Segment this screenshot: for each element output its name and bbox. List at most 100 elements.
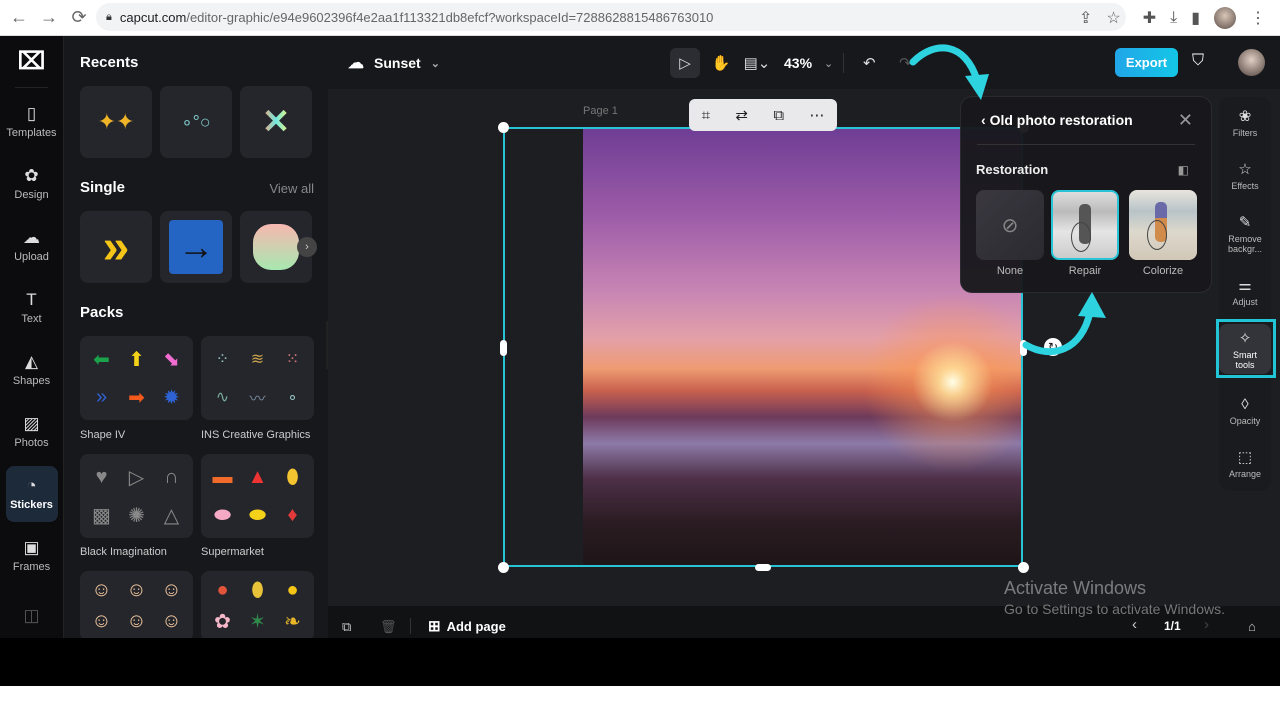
prop-label: Remove backgr... [1227,234,1263,254]
hand-tool-button[interactable]: ✋ [706,48,736,78]
shield-check-icon[interactable]: ⛉ [1192,52,1204,70]
download-icon[interactable]: ⤓ [1170,9,1177,27]
text-icon: T [26,290,37,309]
add-page-button[interactable]: ⊞ Add page [428,617,506,635]
resize-handle-bottom[interactable] [755,564,771,571]
option-colorize[interactable] [1129,190,1197,260]
star-icon[interactable]: ☆ [1106,8,1120,28]
banana-badge-icon: ⬮ [286,465,299,488]
undo-button[interactable]: ↶ [854,48,884,78]
layout-icon: ◫ [23,606,40,625]
replace-icon[interactable]: ⇄ [735,106,748,124]
option-repair[interactable] [1051,190,1119,260]
recent-sticker-sparkles[interactable]: ✦✦ [80,86,152,158]
option-label: Repair [1068,265,1102,277]
close-icon[interactable]: ✕ [1178,110,1193,131]
pack-ins-creative-graphics[interactable]: ⁘ ≋ ⁙ ∿ 〰 ∘ [201,336,314,420]
option-none[interactable]: ⊘ [976,190,1044,260]
document-title[interactable]: Sunset [374,55,421,71]
pack-supermarket[interactable]: ▬ ▲ ⬮ ⬬ ⬬ ♦ [201,454,314,538]
face-icon: ☺ [126,610,147,632]
leaf-icon: ✶ [249,611,266,633]
rail-item-stickers[interactable]: ◔ Stickers [5,466,58,522]
rail-label: Stickers [10,499,53,511]
capcut-logo-icon[interactable]: ⌧ [15,36,48,88]
layout-button[interactable]: ▤⌄ [742,48,772,78]
resize-handle-right[interactable] [1020,340,1027,356]
single-sticker-arrow[interactable]: → [160,211,232,283]
chevron-down-icon[interactable]: ⌄ [431,57,440,70]
rail-item-text[interactable]: T Text [6,280,58,336]
popup-title-row[interactable]: ‹ Old photo restoration [981,112,1133,128]
crop-icon[interactable]: ⌗ [702,107,710,124]
arrow-diag-icon: ⬊ [163,348,180,371]
extensions-icon[interactable]: ✚ [1143,8,1156,28]
zoom-dropdown-icon[interactable]: ⌄ [824,57,833,70]
carousel-next-button[interactable]: › [297,237,317,257]
recent-sticker-bubbles[interactable]: ∘°○ [160,86,232,158]
prop-remove-background[interactable]: ✎ Remove backgr... [1219,215,1271,255]
rotate-handle-icon[interactable]: ↻ [1044,338,1062,356]
resize-handle-tl[interactable] [498,122,509,133]
prop-arrange[interactable]: ⬚ Arrange [1219,450,1271,480]
pack-fruits[interactable]: ● ⬮ ● ✿ ✶ ❧ [201,571,314,641]
pack-label: INS Creative Graphics [201,429,311,441]
next-page-icon[interactable]: › [1204,616,1209,633]
recent-sticker-cross[interactable]: ✕ [240,86,312,158]
resize-handle-bl[interactable] [498,562,509,573]
profile-avatar[interactable] [1214,7,1236,29]
more-icon[interactable]: ⋯ [809,106,824,124]
zoom-level[interactable]: 43% [778,55,818,71]
pack-faces[interactable]: ☺ ☺ ☺ ☺ ☺ ☺ [80,571,193,641]
smart-tools-highlight [1216,319,1276,378]
reload-icon[interactable]: ⟳ [64,7,94,28]
duplicate-icon[interactable]: ⧉ [773,107,784,124]
wheel-shape [1147,220,1167,250]
duplicate-page-icon[interactable]: ⧉ [342,619,351,635]
arrow-up-icon: ⬆ [128,348,145,371]
export-button[interactable]: Export [1115,48,1178,77]
frames-icon: ▣ [23,538,40,557]
share-icon[interactable]: ⇪ [1079,8,1092,28]
resize-handle-br[interactable] [1018,562,1029,573]
sidepanel-icon[interactable]: ▮ [1191,8,1200,28]
restoration-section-title: Restoration [976,162,1049,177]
rail-label: Design [14,189,49,201]
delete-page-icon[interactable]: 🗑︎ [380,619,397,635]
pineapple-icon: ⬮ [251,579,264,601]
rail-item-frames[interactable]: ▣ Frames [6,528,58,584]
cherry-icon: ⬬ [213,503,232,526]
prop-adjust[interactable]: ⚌ Adjust [1219,278,1271,308]
forward-icon[interactable]: → [34,7,64,28]
pack-shape-iv[interactable]: ⬅ ⬆ ⬊ » ➡ ✹ [80,336,193,420]
prop-effects[interactable]: ☆ Effects [1219,162,1271,192]
rail-item-shapes[interactable]: ◭ Shapes [6,342,58,398]
back-chevron-icon[interactable]: ‹ [981,112,990,128]
prev-page-icon[interactable]: ‹ [1132,616,1137,633]
lock-page-icon[interactable]: ⌂ [1248,619,1256,634]
arch-icon: ∩ [164,465,179,488]
prop-opacity[interactable]: ◊ Opacity [1219,397,1271,427]
face-icon: ☺ [161,610,182,632]
selection-box[interactable] [503,127,1023,567]
menu-icon[interactable]: ⋮ [1250,8,1266,28]
face-icon: ☺ [91,610,112,632]
single-sticker-chevrons[interactable]: » [80,211,152,283]
rail-item-design[interactable]: ✿ Design [6,156,58,212]
rail-item-upload[interactable]: ☁ Upload [6,218,58,274]
view-all-link[interactable]: View all [269,181,314,196]
pear-icon: ● [286,579,299,601]
rail-item-photos[interactable]: ▨ Photos [6,404,58,460]
rail-item-templates[interactable]: ▯ Templates [6,94,58,150]
user-avatar[interactable] [1238,49,1265,76]
select-tool-button[interactable]: ▷ [670,48,700,78]
compare-icon[interactable]: ◧ [1178,163,1189,177]
pack-black-imagination[interactable]: ♥ ▷ ∩ ▩ ✺ △ [80,454,193,538]
redo-button[interactable]: ↷ [890,48,920,78]
resize-handle-left[interactable] [500,340,507,356]
address-bar[interactable]: 🔒︎ capcut.com/editor-graphic/e94e9602396… [96,3,1126,31]
single-title: Single [80,179,126,196]
prop-filters[interactable]: ❀ Filters [1219,109,1271,139]
back-icon[interactable]: ← [4,7,34,28]
squiggle-icon: ∿ [215,389,230,406]
